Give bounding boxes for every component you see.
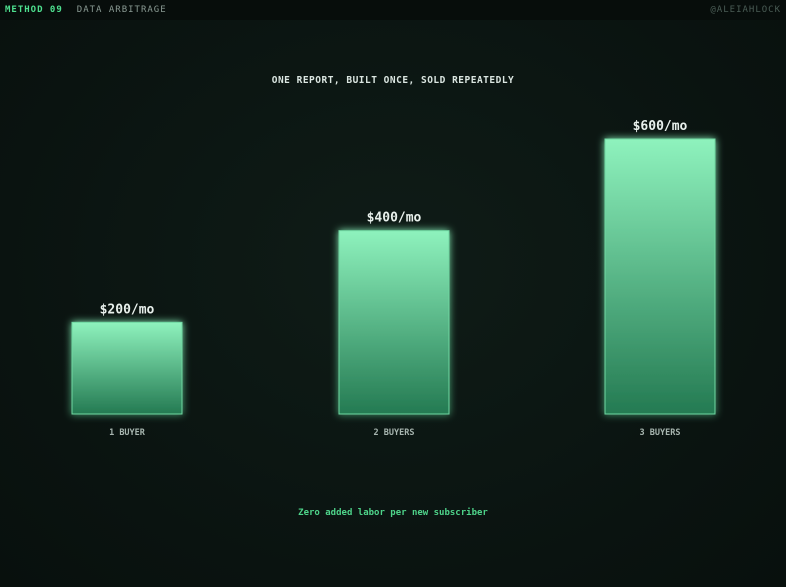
footnote: Zero added labor per new subscriber bbox=[298, 508, 488, 518]
category-label: 1 BUYER bbox=[109, 428, 146, 438]
bar-2 bbox=[338, 230, 450, 415]
bar-value-label: $400/mo bbox=[367, 211, 422, 226]
category-label: 2 BUYERS bbox=[374, 428, 415, 438]
category-label: 3 BUYERS bbox=[640, 428, 681, 438]
bar-value-label: $200/mo bbox=[100, 302, 155, 317]
bar-1 bbox=[71, 321, 183, 415]
bar-3 bbox=[604, 138, 716, 415]
bar-chart: $200/mo 1 BUYER $400/mo 2 BUYERS $600/mo 3 BU… bbox=[71, 119, 716, 438]
bar-value-label: $600/mo bbox=[633, 119, 688, 134]
chart-page: METHOD 09 DATA ARBITRAGE @ALEIAHLOCK ONE… bbox=[0, 0, 786, 587]
